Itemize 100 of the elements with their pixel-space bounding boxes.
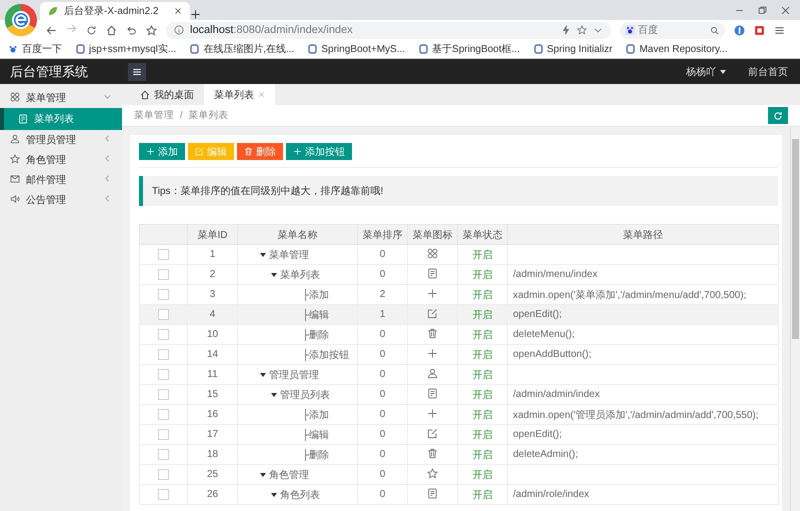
browser-tab[interactable]: 后台登录-X-admin2.2	[40, 2, 190, 20]
menu-path: /admin/admin/index	[513, 389, 600, 400]
close-icon	[174, 7, 182, 15]
row-checkbox[interactable]	[158, 408, 169, 420]
menu-status: 开启	[472, 290, 492, 300]
scrollbar[interactable]	[790, 127, 800, 511]
menu-status: 开启	[472, 390, 492, 400]
table-row[interactable]: 11 管理员管理 0 开启	[140, 364, 778, 384]
document-icon	[427, 488, 438, 498]
menu-id: 26	[206, 489, 218, 500]
column-header: 菜单路径	[623, 230, 663, 240]
speaker-icon	[10, 194, 20, 204]
home-icon	[140, 90, 150, 100]
row-checkbox[interactable]	[158, 368, 169, 380]
expand-caret-icon[interactable]	[271, 392, 277, 396]
row-checkbox[interactable]	[158, 348, 169, 360]
sidebar-item[interactable]: 邮件管理	[0, 170, 122, 190]
row-checkbox[interactable]	[158, 328, 169, 340]
table-row[interactable]: 10 ├删除 0 开启 deleteMenu();	[140, 324, 778, 344]
action-button[interactable]: 删除	[237, 143, 283, 160]
breadcrumb-item[interactable]: 菜单管理	[134, 109, 174, 122]
menu-name: ├添加按钮	[302, 348, 350, 362]
row-checkbox[interactable]	[158, 248, 169, 260]
table-row[interactable]: 15 管理员列表 0 开启 /admin/admin/index	[140, 384, 778, 404]
breadcrumb-item[interactable]: 菜单列表	[188, 109, 229, 122]
sidebar-item[interactable]: 角色管理	[0, 150, 122, 170]
menu-status: 开启	[472, 450, 492, 460]
table-row[interactable]: 2 菜单列表 0 开启 /admin/menu/index	[140, 264, 778, 284]
row-checkbox[interactable]	[158, 428, 169, 440]
menu-path: xadmin.open('菜单添加','/admin/menu/add',700,500);	[513, 290, 746, 300]
table-row[interactable]: 18 ├删除 0 开启 deleteAdmin();	[140, 444, 778, 464]
user-menu[interactable]: 杨杨吖	[686, 64, 726, 78]
bookmark[interactable]: 百度一下	[8, 42, 62, 56]
menu-path: deleteAdmin();	[513, 449, 578, 460]
sidebar-item[interactable]: 公告管理	[0, 190, 122, 210]
row-checkbox[interactable]	[158, 288, 169, 300]
menu-sort: 0	[380, 449, 386, 460]
extension-icon[interactable]	[734, 24, 745, 36]
close-icon[interactable]	[258, 91, 265, 98]
action-button[interactable]: 添加	[139, 143, 185, 160]
expand-caret-icon[interactable]	[260, 472, 266, 476]
menu-status: 开启	[472, 370, 492, 380]
search-icon	[710, 26, 719, 34]
menu-button[interactable]	[128, 62, 146, 80]
row-checkbox[interactable]	[158, 468, 169, 480]
row-checkbox[interactable]	[158, 448, 169, 460]
sidebar-item[interactable]: 菜单管理	[0, 88, 122, 108]
sidebar-subitem[interactable]: 菜单列表	[0, 108, 122, 130]
row-checkbox[interactable]	[158, 268, 169, 280]
address-bar[interactable]: localhost:8080/admin/index/index	[166, 22, 611, 38]
page-tab[interactable]: 菜单列表	[204, 84, 275, 105]
bookmark[interactable]: SpringBoot+MyS...	[308, 44, 406, 54]
leaf-icon	[48, 6, 58, 16]
table-row[interactable]: 4 ├编辑 1 开启 openEdit();	[140, 304, 778, 324]
frontend-link[interactable]: 前台首页	[748, 64, 788, 78]
column-header: 菜单排序	[362, 230, 402, 240]
table-row[interactable]: 14 ├添加按钮 0 开启 openAddButton();	[140, 344, 778, 364]
expand-caret-icon[interactable]	[271, 272, 277, 276]
sidebar-item[interactable]: 管理员管理	[0, 130, 122, 150]
refresh-button[interactable]	[768, 107, 788, 124]
bookmark-icon	[190, 44, 200, 54]
bookmark-icon	[534, 44, 543, 54]
row-checkbox[interactable]	[158, 488, 169, 500]
table-row[interactable]: 16 ├添加 0 开启 xadmin.open('管理员添加','/admin/admin/add',700,550);	[140, 404, 778, 424]
bookmark-icon	[419, 44, 428, 54]
paw-icon	[8, 44, 18, 54]
bookmark-icon	[76, 44, 85, 54]
menu-path: openEdit();	[513, 429, 562, 440]
extension-icon[interactable]	[754, 24, 765, 36]
table-row[interactable]: 26 角色列表 0 开启 /admin/role/index	[140, 484, 778, 504]
bookmark[interactable]: Maven Repository...	[626, 44, 728, 54]
expand-caret-icon[interactable]	[260, 372, 266, 376]
forward-icon	[66, 23, 77, 34]
table-row[interactable]: 1 菜单管理 0 开启	[140, 244, 778, 264]
bookmark[interactable]: Spring Initializr	[534, 44, 612, 54]
bookmark[interactable]: 基于SpringBoot框...	[419, 42, 520, 56]
row-checkbox[interactable]	[158, 388, 169, 400]
menu-sort: 0	[380, 269, 386, 280]
menu-sort: 0	[380, 489, 386, 500]
table-row[interactable]: 25 角色管理 0 开启	[140, 464, 778, 484]
menu-name: 菜单列表	[280, 268, 320, 282]
expand-caret-icon[interactable]	[271, 492, 277, 496]
table-row[interactable]: 17 ├编辑 0 开启 openEdit();	[140, 424, 778, 444]
undo-icon	[126, 24, 137, 36]
lightning-icon	[561, 25, 571, 35]
bookmark[interactable]: 在线压缩图片,在线...	[190, 42, 294, 56]
menu-name: ├添加	[302, 288, 330, 302]
action-button[interactable]: 添加按钮	[286, 143, 352, 160]
menu-path: openEdit();	[513, 309, 562, 320]
page-tab[interactable]: 我的桌面	[130, 84, 204, 105]
menu-icon	[774, 24, 785, 36]
trash-icon	[427, 328, 438, 338]
row-checkbox[interactable]	[158, 308, 169, 320]
bookmark[interactable]: jsp+ssm+mysql实...	[76, 42, 176, 56]
menu-name: 管理员列表	[280, 388, 330, 402]
star-icon	[146, 24, 157, 36]
plus-icon	[293, 147, 302, 156]
expand-caret-icon[interactable]	[260, 252, 266, 256]
search-field[interactable]: 百度	[620, 22, 725, 38]
menu-id: 17	[206, 429, 218, 440]
